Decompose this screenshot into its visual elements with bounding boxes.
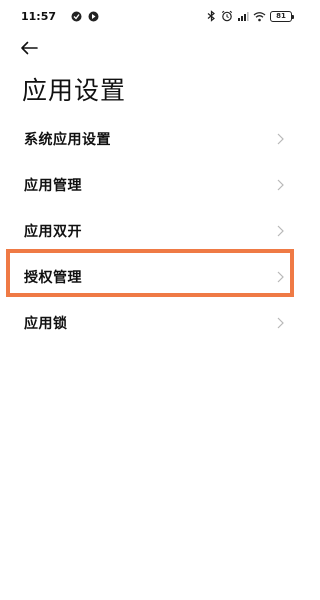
signal-icon xyxy=(237,11,249,22)
bluetooth-icon xyxy=(206,10,217,22)
battery-icon: 81 xyxy=(270,10,294,22)
battery-level: 81 xyxy=(276,12,286,20)
chevron-right-icon xyxy=(277,179,284,191)
menu-item-dual-apps[interactable]: 应用双开 xyxy=(0,208,306,254)
arrow-left-icon xyxy=(20,41,38,55)
menu-item-label: 授权管理 xyxy=(24,270,82,286)
menu-item-app-management[interactable]: 应用管理 xyxy=(0,162,306,208)
chevron-right-icon xyxy=(277,225,284,237)
chevron-right-icon xyxy=(277,133,284,145)
status-time: 11:57 xyxy=(21,10,57,23)
app-notification-icon xyxy=(71,11,82,22)
page-title: 应用设置 xyxy=(22,76,127,105)
menu-item-app-lock[interactable]: 应用锁 xyxy=(0,300,306,346)
status-left-icons xyxy=(71,11,99,22)
app-notification-icon-2 xyxy=(88,11,99,22)
menu-item-permission-management[interactable]: 授权管理 xyxy=(0,254,306,300)
status-right-icons: 81 xyxy=(206,10,294,22)
menu-item-label: 应用管理 xyxy=(24,178,82,194)
wifi-icon xyxy=(253,11,266,22)
back-button[interactable] xyxy=(20,36,48,60)
menu-item-label: 应用双开 xyxy=(24,224,82,240)
chevron-right-icon xyxy=(277,317,284,329)
menu-item-label: 系统应用设置 xyxy=(24,132,111,148)
chevron-right-icon xyxy=(277,271,284,283)
status-bar: 11:57 81 xyxy=(0,0,306,34)
alarm-icon xyxy=(221,10,233,22)
menu-item-system-app-settings[interactable]: 系统应用设置 xyxy=(0,116,306,162)
menu-item-label: 应用锁 xyxy=(24,316,68,332)
settings-list: 系统应用设置 应用管理 应用双开 授权管理 应用锁 xyxy=(0,116,306,346)
